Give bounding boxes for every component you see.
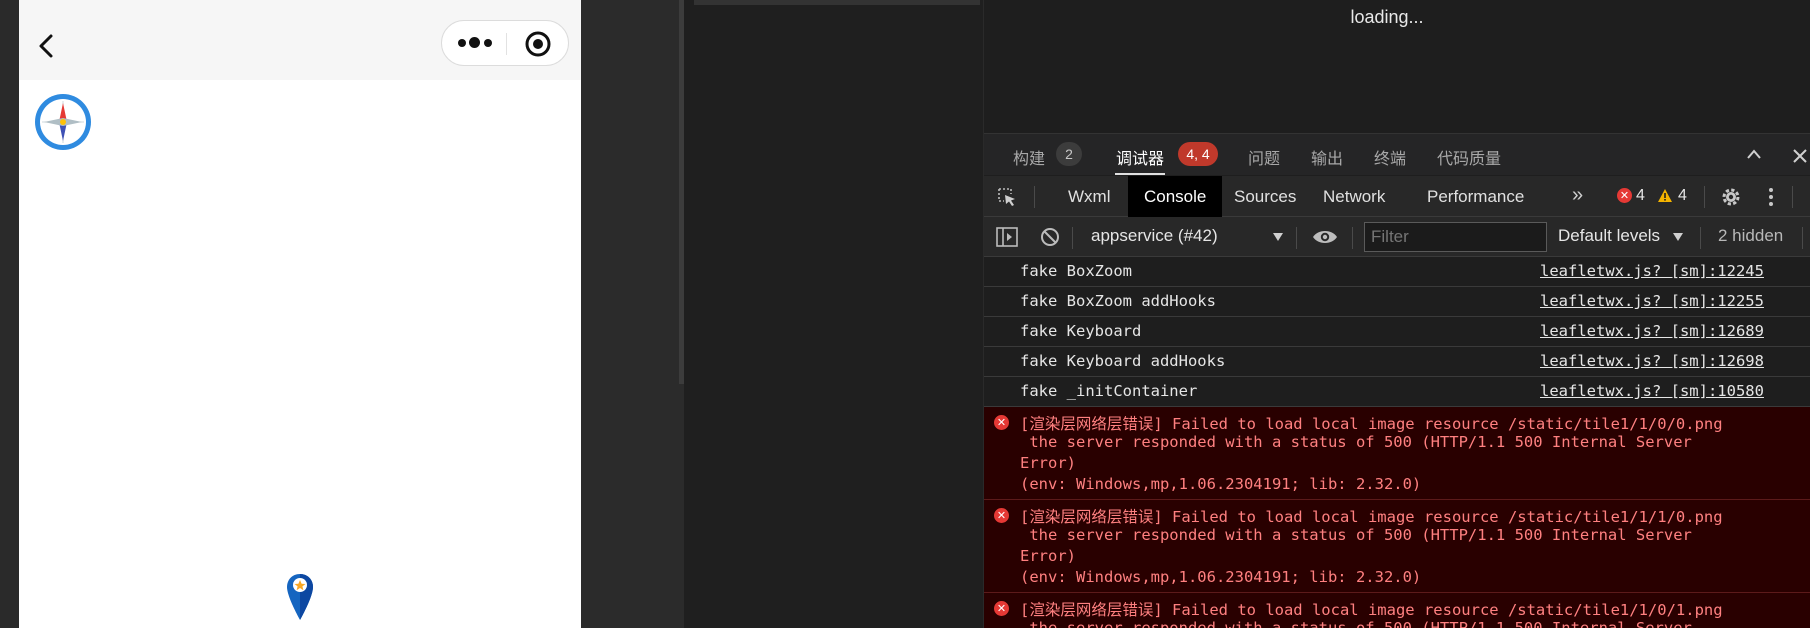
error-line: the server responded with a status of 50… (1020, 526, 1692, 544)
tab-sources[interactable]: Sources (1218, 176, 1312, 217)
log-message: fake BoxZoom addHooks (1020, 292, 1216, 310)
devtools-panel: loading... 构建 2 调试器 4, 4 问题 输出 终端 代码质量 W… (984, 0, 1810, 628)
devtools-toolbar: Wxml Console Sources Network Performance… (984, 176, 1810, 217)
toolbar-divider (1802, 227, 1803, 249)
active-tab-underline (1115, 173, 1165, 175)
capsule-menu (441, 20, 569, 66)
hidden-messages-count: 2 hidden (1718, 226, 1784, 245)
kebab-menu-icon[interactable] (1768, 186, 1774, 208)
tab-performance[interactable]: Performance (1411, 176, 1540, 217)
log-source-link[interactable]: leafletwx.js? [sm]:12245 (1540, 262, 1764, 280)
warning-count[interactable]: 4 (1678, 187, 1687, 205)
build-count-badge: 2 (1056, 142, 1082, 166)
toolbar-divider (1296, 227, 1297, 249)
console-error-row: ✕ [渲染层网络层错误] Failed to load local image … (984, 593, 1810, 628)
log-message: fake Keyboard addHooks (1020, 352, 1226, 370)
tab-debugger[interactable]: 调试器 (1116, 145, 1164, 169)
gear-icon[interactable] (1720, 186, 1742, 208)
context-selector[interactable]: appservice (#42) (1091, 226, 1218, 246)
tab-terminal[interactable]: 终端 (1374, 145, 1406, 169)
map-pin-icon[interactable] (285, 572, 315, 622)
simulator-nav-bar (19, 0, 581, 80)
warning-icon[interactable] (1657, 188, 1673, 203)
error-line: (env: Windows,mp,1.06.2304191; lib: 2.32… (1020, 568, 1422, 586)
console-log-row: fake BoxZoom leafletwx.js? [sm]:12245 (984, 257, 1810, 287)
error-line: Error) (1020, 454, 1076, 472)
tab-problems[interactable]: 问题 (1248, 145, 1280, 169)
tab-build[interactable]: 构建 (1013, 145, 1045, 169)
clear-console-icon[interactable] (1040, 227, 1060, 247)
error-line: Error) (1020, 547, 1076, 565)
error-line: [渲染层网络层错误] Failed to load local image re… (1020, 508, 1723, 526)
tab-code-quality[interactable]: 代码质量 (1437, 145, 1501, 169)
console-error-row: ✕ [渲染层网络层错误] Failed to load local image … (984, 407, 1810, 500)
console-error-row: ✕ [渲染层网络层错误] Failed to load local image … (984, 500, 1810, 593)
log-source-link[interactable]: leafletwx.js? [sm]:12698 (1540, 352, 1764, 370)
tab-wxml[interactable]: Wxml (1052, 176, 1126, 217)
capsule-divider (506, 33, 507, 55)
error-line: [渲染层网络层错误] Failed to load local image re… (1020, 415, 1723, 433)
console-messages: fake BoxZoom leafletwx.js? [sm]:12245 fa… (984, 257, 1810, 628)
log-source-link[interactable]: leafletwx.js? [sm]:12255 (1540, 292, 1764, 310)
toolbar-divider (1700, 227, 1701, 249)
toolbar-divider (1792, 186, 1793, 208)
console-log-row: fake BoxZoom addHooks leafletwx.js? [sm]… (984, 287, 1810, 317)
inspect-element-icon[interactable] (996, 186, 1018, 208)
eye-icon[interactable] (1312, 228, 1338, 246)
editor-panel (684, 0, 984, 628)
compass-icon[interactable] (33, 92, 93, 152)
close-icon[interactable] (1792, 148, 1808, 164)
console-log-row: fake Keyboard addHooks leafletwx.js? [sm… (984, 347, 1810, 377)
back-button[interactable] (31, 28, 61, 64)
log-source-link[interactable]: leafletwx.js? [sm]:12689 (1540, 322, 1764, 340)
error-line: [渲染层网络层错误] Failed to load local image re… (1020, 601, 1723, 619)
error-icon: ✕ (994, 601, 1009, 616)
panel-splitter[interactable] (581, 0, 684, 628)
chevron-left-icon (39, 34, 53, 58)
sidebar-toggle-icon[interactable] (996, 227, 1018, 247)
log-message: fake Keyboard (1020, 322, 1142, 340)
toolbar-divider (1352, 227, 1353, 249)
loading-text: loading... (1350, 7, 1424, 27)
tab-output[interactable]: 输出 (1311, 145, 1343, 169)
toolbar-divider (1034, 186, 1035, 208)
error-icon: ✕ (994, 508, 1009, 523)
toolbar-divider (1704, 186, 1705, 208)
tab-console[interactable]: Console (1128, 176, 1223, 217)
log-message: fake _initContainer (1020, 382, 1198, 400)
log-levels-dropdown[interactable]: Default levels (1558, 226, 1660, 246)
debug-panel-tabs: 构建 2 调试器 4, 4 问题 输出 终端 代码质量 (984, 133, 1810, 175)
chevron-up-icon[interactable] (1746, 148, 1762, 160)
filter-input[interactable] (1364, 222, 1547, 252)
log-source-link[interactable]: leafletwx.js? [sm]:10580 (1540, 382, 1764, 400)
close-target-icon[interactable] (524, 30, 552, 58)
dropdown-arrow-icon[interactable] (1672, 232, 1684, 242)
app-window: loading... 构建 2 调试器 4, 4 问题 输出 终端 代码质量 W… (0, 0, 1810, 628)
error-line: the server responded with a status of 50… (1020, 619, 1692, 628)
editor-panel-topbar (694, 0, 980, 5)
simulator-screen (19, 0, 581, 628)
dropdown-arrow-icon[interactable] (1272, 232, 1284, 242)
error-line: (env: Windows,mp,1.06.2304191; lib: 2.32… (1020, 475, 1422, 493)
error-line: the server responded with a status of 50… (1020, 433, 1692, 451)
error-icon: ✕ (994, 415, 1009, 430)
log-message: fake BoxZoom (1020, 262, 1132, 280)
more-tabs-icon[interactable]: » (1572, 184, 1583, 207)
tab-network[interactable]: Network (1307, 176, 1401, 217)
left-strip (0, 0, 19, 628)
more-dots-icon[interactable] (456, 37, 494, 51)
error-count[interactable]: 4 (1636, 187, 1645, 205)
toolbar-divider (1072, 227, 1073, 249)
error-count-icon[interactable]: ✕ (1617, 188, 1632, 203)
console-log-row: fake _initContainer leafletwx.js? [sm]:1… (984, 377, 1810, 407)
console-filter-bar: appservice (#42) Default levels 2 hidden (984, 217, 1810, 257)
console-log-row: fake Keyboard leafletwx.js? [sm]:12689 (984, 317, 1810, 347)
debugger-count-badge: 4, 4 (1178, 142, 1218, 166)
